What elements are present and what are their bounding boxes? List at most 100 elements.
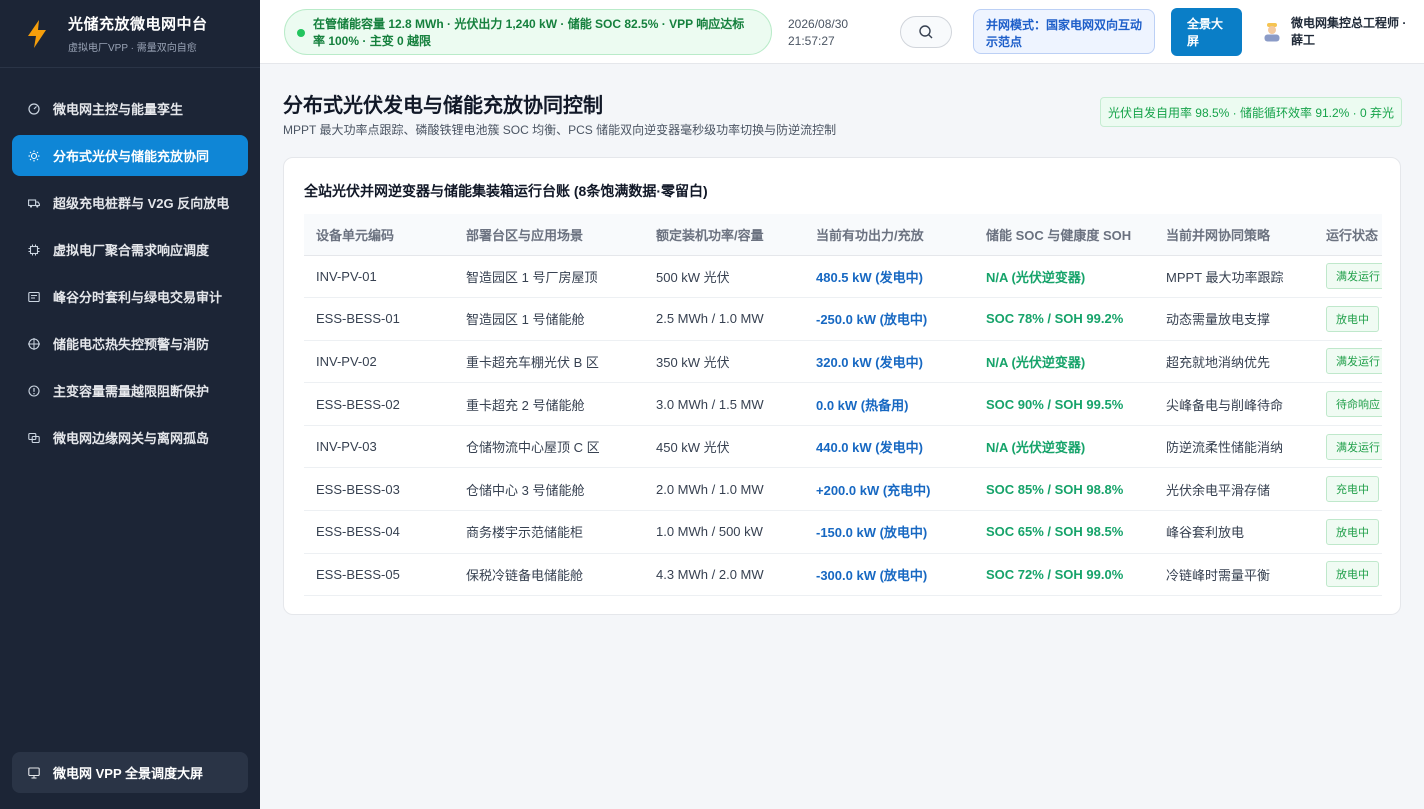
fullscreen-label: 全景大屏 (1187, 17, 1224, 48)
cell-power: 0.0 kW (热备用) (804, 382, 974, 426)
cell-rated: 450 kW 光伏 (644, 425, 804, 469)
cell-rated: 2.0 MWh / 1.0 MW (644, 467, 804, 512)
table-row[interactable]: ESS-BESS-04 商务楼宇示范储能柜 1.0 MWh / 500 kW -… (304, 510, 1382, 554)
top-header: 在管储能容量 12.8 MWh · 光伏出力 1,240 kW · 储能 SOC… (260, 0, 1424, 64)
cell-code: ESS-BESS-04 (304, 510, 454, 554)
cell-power: 480.5 kW (发电中) (804, 255, 974, 299)
cell-strategy: 峰谷套利放电 (1154, 510, 1314, 554)
cell-rated: 3.0 MWh / 1.5 MW (644, 382, 804, 426)
page-subtitle: MPPT 最大功率点跟踪、磷酸铁锂电池簇 SOC 均衡、PCS 储能双向逆变器毫… (283, 123, 837, 137)
sidebar-item-vpp[interactable]: 虚拟电厂聚合需求响应调度 (12, 229, 248, 270)
table-row[interactable]: ESS-BESS-01 智造园区 1 号储能舱 2.5 MWh / 1.0 MW… (304, 297, 1382, 341)
table-header-row: 设备单元编码 部署台区与应用场景 额定装机功率/容量 当前有功出力/充放 储能 … (304, 214, 1382, 256)
sidebar-item-label: 主变容量需量越限阻断保护 (53, 384, 210, 399)
monitor-icon (28, 766, 40, 779)
table-row[interactable]: INV-PV-03 仓储物流中心屋顶 C 区 450 kW 光伏 440.0 k… (304, 425, 1382, 469)
search-button[interactable] (900, 16, 952, 48)
col-header-state: 运行状态 (1314, 214, 1382, 256)
cell-strategy: 冷链峰时需量平衡 (1154, 553, 1314, 597)
cell-site: 保税冷链备电储能舱 (454, 553, 644, 597)
grid-mode-badge: 并网模式：国家电网双向互动示范点 (973, 9, 1155, 54)
cell-rated: 350 kW 光伏 (644, 340, 804, 384)
sidebar-item-v2g[interactable]: 超级充电桩群与 V2G 反向放电 (12, 182, 248, 223)
fullscreen-button[interactable]: 全景大屏 (1171, 8, 1242, 56)
ledger-table: 设备单元编码 部署台区与应用场景 额定装机功率/容量 当前有功出力/充放 储能 … (304, 214, 1382, 597)
cell-site: 仓储物流中心屋顶 C 区 (454, 425, 644, 469)
cell-state: 满发运行 (1314, 425, 1382, 469)
sidebar-item-demand-protect[interactable]: 主变容量需量越限阻断保护 (12, 370, 248, 411)
status-banner: 在管储能容量 12.8 MWh · 光伏出力 1,240 kW · 储能 SOC… (284, 9, 772, 55)
cell-strategy: 动态需量放电支撑 (1154, 297, 1314, 341)
table-row[interactable]: ESS-BESS-02 重卡超充 2 号储能舱 3.0 MWh / 1.5 MW… (304, 382, 1382, 426)
cell-power: 440.0 kW (发电中) (804, 425, 974, 469)
sidebar-item-label: 储能电芯热失控预警与消防 (53, 337, 210, 352)
status-badge: 满发运行 (1326, 348, 1382, 375)
cell-code: INV-PV-02 (304, 340, 454, 384)
cell-power: -150.0 kW (放电中) (804, 510, 974, 554)
time-text: 21:57:27 (788, 34, 835, 48)
ledger-card: 全站光伏并网逆变器与储能集装箱运行台账 (8条饱满数据·零留白) 设备单元编码 … (283, 157, 1401, 615)
cell-soc: SOC 65% / SOH 98.5% (974, 510, 1154, 554)
table-row[interactable]: INV-PV-02 重卡超充车棚光伏 B 区 350 kW 光伏 320.0 k… (304, 340, 1382, 384)
sidebar-item-arbitrage[interactable]: 峰谷分时套利与绿电交易审计 (12, 276, 248, 317)
status-badge: 放电中 (1326, 518, 1379, 545)
sidebar-nav: 微电网主控与能量孪生 分布式光伏与储能充放协同 超级充电桩群与 V2G 反向放电… (0, 88, 260, 458)
cell-power: 320.0 kW (发电中) (804, 340, 974, 384)
table-row[interactable]: INV-PV-01 智造园区 1 号厂房屋顶 500 kW 光伏 480.5 k… (304, 255, 1382, 299)
table-row[interactable]: ESS-BESS-03 仓储中心 3 号储能舱 2.0 MWh / 1.0 MW… (304, 467, 1382, 512)
cell-strategy: 超充就地消纳优先 (1154, 340, 1314, 384)
vpp-dashboard-button[interactable]: 微电网 VPP 全景调度大屏 (12, 752, 248, 793)
table-row[interactable]: ESS-BESS-05 保税冷链备电储能舱 4.3 MWh / 2.0 MW -… (304, 553, 1382, 597)
cell-soc: N/A (光伏逆变器) (974, 340, 1154, 384)
sidebar-item-edge-gateway[interactable]: 微电网边缘网关与离网孤岛 (12, 417, 248, 458)
sidebar: 光储充放微电网中台 虚拟电厂VPP · 需量双向自愈 微电网主控与能量孪生 分布… (0, 0, 260, 809)
sidebar-item-pv-storage[interactable]: 分布式光伏与储能充放协同 (12, 135, 248, 176)
lightning-icon (28, 19, 46, 48)
col-header-soc: 储能 SOC 与健康度 SOH (974, 214, 1154, 256)
info-icon (28, 384, 40, 397)
cell-site: 智造园区 1 号厂房屋顶 (454, 255, 644, 299)
cell-rated: 500 kW 光伏 (644, 255, 804, 299)
col-header-strategy: 当前并网协同策略 (1154, 214, 1314, 256)
ledger-title: 全站光伏并网逆变器与储能集装箱运行台账 (8条饱满数据·零留白) (304, 183, 708, 199)
sidebar-item-thermal[interactable]: 储能电芯热失控预警与消防 (12, 323, 248, 364)
status-badge: 放电中 (1326, 305, 1379, 332)
cell-state: 待命响应 (1314, 382, 1382, 426)
page-title: 分布式光伏发电与储能充放协同控制 (283, 95, 603, 117)
sidebar-item-energy-twin[interactable]: 微电网主控与能量孪生 (12, 88, 248, 129)
status-badge: 满发运行 (1326, 263, 1382, 290)
cell-soc: SOC 85% / SOH 98.8% (974, 467, 1154, 512)
kpi-badge: 光伏自发自用率 98.5% · 储能循环效率 91.2% · 0 弃光 (1100, 97, 1402, 127)
truck-icon (28, 197, 40, 209)
cell-site: 智造园区 1 号储能舱 (454, 297, 644, 341)
cell-code: INV-PV-03 (304, 425, 454, 469)
sidebar-item-label: 超级充电桩群与 V2G 反向放电 (53, 196, 230, 211)
vpp-dashboard-label: 微电网 VPP 全景调度大屏 (53, 766, 204, 781)
grid-mode-text: 并网模式：国家电网双向互动示范点 (986, 18, 1143, 49)
cell-code: ESS-BESS-03 (304, 467, 454, 512)
cell-state: 放电中 (1314, 553, 1382, 597)
cell-rated: 1.0 MWh / 500 kW (644, 510, 804, 554)
cell-strategy: 光伏余电平滑存储 (1154, 467, 1314, 512)
cpu-icon (28, 244, 40, 256)
user-name[interactable]: 微电网集控总工程师 · 薛工 (1291, 15, 1411, 49)
gateway-icon (28, 432, 40, 444)
date-text: 2026/08/30 (788, 17, 849, 31)
status-badge: 充电中 (1326, 476, 1379, 503)
sidebar-item-label: 微电网边缘网关与离网孤岛 (53, 431, 210, 446)
cell-state: 充电中 (1314, 467, 1382, 512)
status-badge: 待命响应 (1326, 391, 1382, 418)
cell-code: ESS-BESS-05 (304, 553, 454, 597)
cell-soc: SOC 90% / SOH 99.5% (974, 382, 1154, 426)
col-header-site: 部署台区与应用场景 (454, 214, 644, 256)
cell-soc: SOC 78% / SOH 99.2% (974, 297, 1154, 341)
cell-soc: SOC 72% / SOH 99.0% (974, 553, 1154, 597)
sidebar-item-label: 微电网主控与能量孪生 (53, 102, 184, 117)
status-dot-icon (297, 29, 305, 37)
cell-site: 重卡超充 2 号储能舱 (454, 382, 644, 426)
cell-soc: N/A (光伏逆变器) (974, 255, 1154, 299)
cell-strategy: 尖峰备电与削峰待命 (1154, 382, 1314, 426)
brand-title: 光储充放微电网中台 (68, 16, 208, 33)
col-header-rated: 额定装机功率/容量 (644, 214, 804, 256)
ledger-table-scroll[interactable]: 设备单元编码 部署台区与应用场景 额定装机功率/容量 当前有功出力/充放 储能 … (304, 214, 1382, 597)
